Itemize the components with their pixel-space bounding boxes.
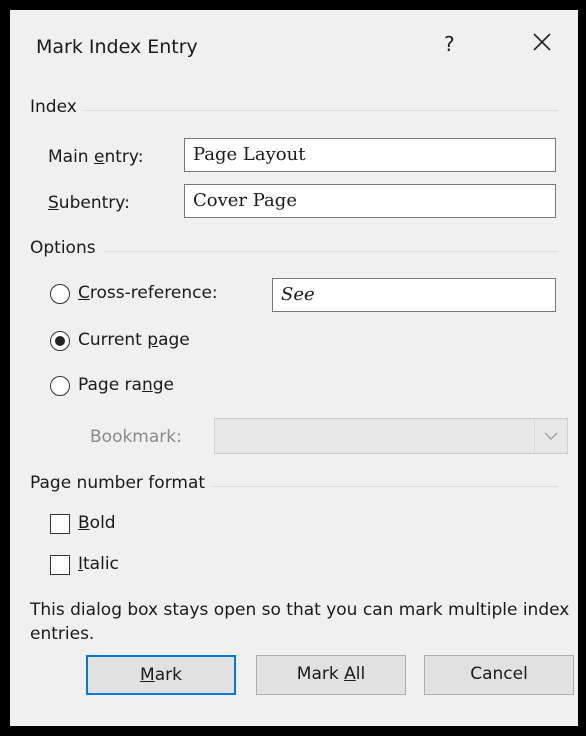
cancel-button[interactable]: Cancel — [424, 655, 574, 695]
cross-reference-field[interactable]: See — [272, 278, 556, 312]
mark-button[interactable]: Mark — [86, 655, 236, 695]
page-range-radio[interactable] — [50, 376, 70, 396]
help-button[interactable]: ? — [444, 32, 455, 56]
radio-selected-dot — [54, 335, 65, 346]
mark-index-entry-dialog: Mark Index Entry ? Index Main entry: Pag… — [10, 10, 578, 726]
bookmark-dropdown[interactable] — [214, 418, 568, 454]
page-range-label[interactable]: Page range — [78, 375, 174, 395]
main-entry-label: Main entry: — [48, 147, 144, 167]
current-page-radio[interactable] — [50, 331, 70, 351]
close-icon[interactable] — [530, 30, 554, 54]
italic-checkbox[interactable] — [50, 555, 70, 575]
dialog-title: Mark Index Entry — [36, 36, 198, 58]
mark-all-button[interactable]: Mark All — [256, 655, 406, 695]
cross-reference-radio[interactable] — [50, 284, 70, 304]
format-group-label: Page number format — [30, 473, 214, 493]
current-page-label[interactable]: Current page — [78, 330, 190, 350]
subentry-label: Subentry: — [48, 193, 130, 213]
index-group-label: Index — [30, 97, 85, 117]
bold-checkbox[interactable] — [50, 514, 70, 534]
bookmark-label: Bookmark: — [90, 427, 182, 447]
options-group-label: Options — [30, 238, 104, 258]
subentry-field[interactable]: Cover Page — [184, 184, 556, 218]
index-group-divider — [30, 110, 558, 111]
options-group-divider — [30, 251, 558, 252]
italic-label[interactable]: Italic — [78, 554, 119, 574]
info-note: This dialog box stays open so that you c… — [30, 600, 570, 644]
bold-label[interactable]: Bold — [78, 513, 116, 533]
cross-reference-label[interactable]: Cross-reference: — [78, 283, 218, 303]
main-entry-field[interactable]: Page Layout — [184, 138, 556, 172]
chevron-down-icon[interactable] — [534, 419, 567, 453]
